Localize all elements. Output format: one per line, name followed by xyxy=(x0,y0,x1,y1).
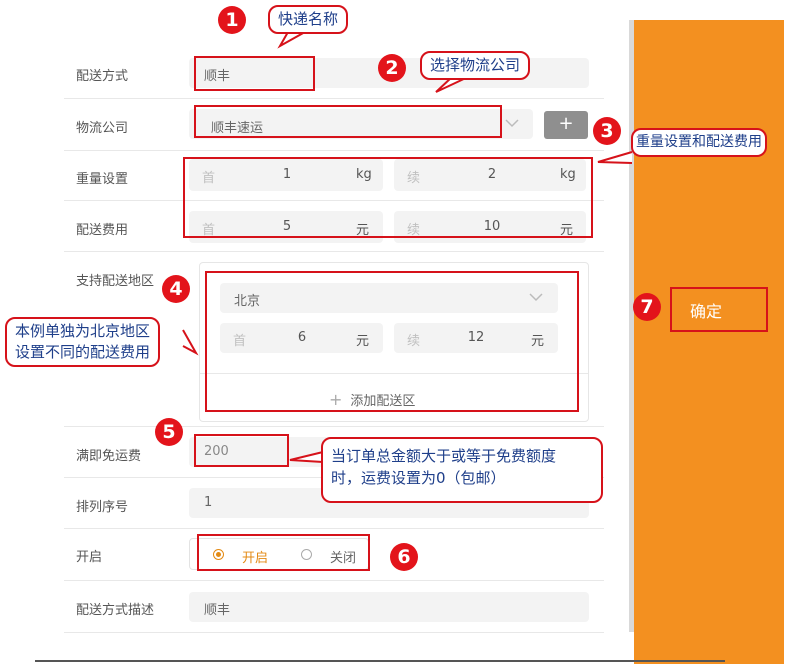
badge-3: 3 xyxy=(593,117,621,145)
callout-weight-fee-text: 重量设置和配送费用 xyxy=(636,134,762,150)
callout-select-company-text: 选择物流公司 xyxy=(430,56,521,74)
badge-6: 6 xyxy=(390,543,418,571)
callout-courier-name: 快递名称 xyxy=(268,5,349,34)
callout-weight-fee: 重量设置和配送费用 xyxy=(631,128,767,157)
callout-select-company: 选择物流公司 xyxy=(420,51,531,80)
badge-1: 1 xyxy=(218,6,246,34)
badge-4: 4 xyxy=(162,275,190,303)
callout-free-line1: 当订单总金额大于或等于免费额度 xyxy=(331,447,557,465)
callout-free-shipping: 当订单总金额大于或等于免费额度 时，运费设置为0（包邮） xyxy=(321,437,603,503)
badge-5: 5 xyxy=(155,418,183,446)
callout-courier-name-text: 快递名称 xyxy=(278,10,339,28)
badge-2: 2 xyxy=(378,54,406,82)
badge-7: 7 xyxy=(633,293,661,321)
callout-beijing: 本例单独为北京地区 设置不同的配送费用 xyxy=(5,317,161,367)
callout-free-line2: 时，运费设置为0（包邮） xyxy=(331,469,506,487)
callout-beijing-line2: 设置不同的配送费用 xyxy=(15,343,151,361)
callout-beijing-line1: 本例单独为北京地区 xyxy=(15,322,151,340)
